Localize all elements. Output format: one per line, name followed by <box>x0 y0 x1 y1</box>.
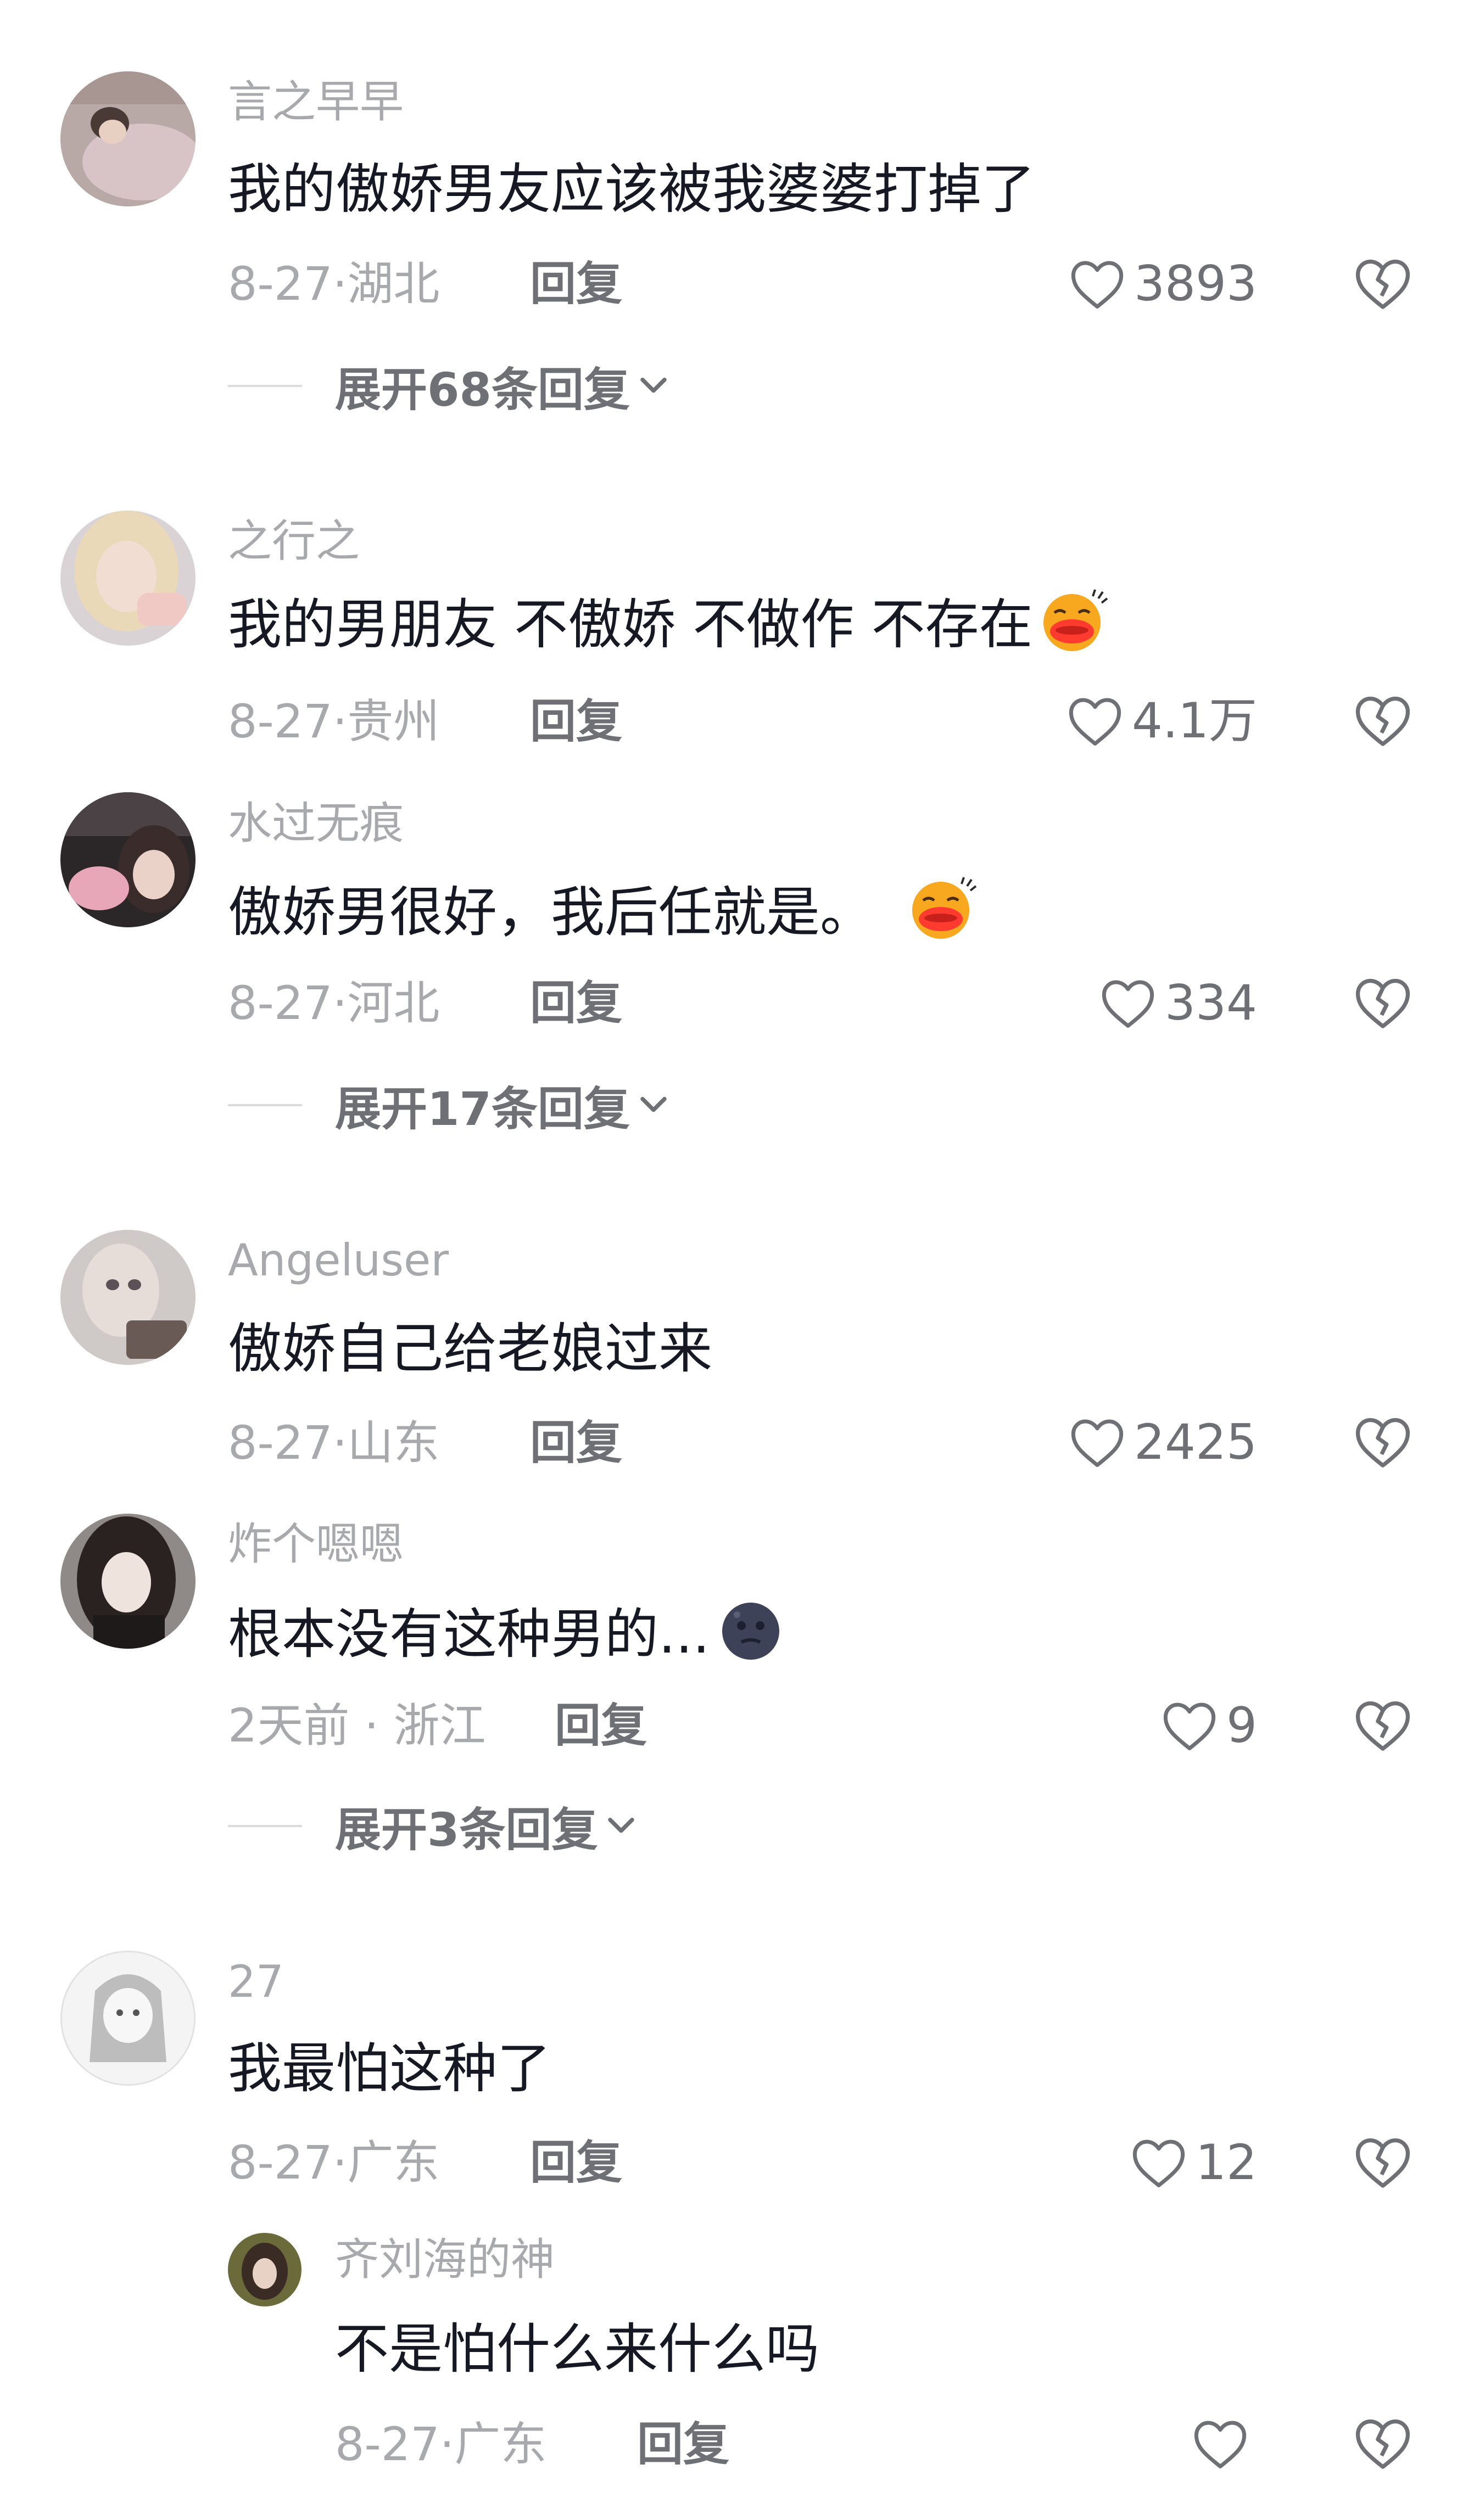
user-avatar[interactable] <box>60 1230 196 1365</box>
comment-text[interactable]: 根本没有这种男的... <box>228 1603 786 1666</box>
heart-outline-icon <box>1163 1703 1216 1750</box>
heart-outline-icon <box>1071 1419 1124 1467</box>
comment-text[interactable]: 我的男朋友 不傲娇 不做作 不存在 <box>228 589 1109 656</box>
blushing-lips-emoji <box>912 877 977 939</box>
comment-username[interactable]: 言之早早 <box>228 80 404 124</box>
heart-outline-icon <box>1132 2140 1185 2187</box>
comment-text-body: 傲娇自己给老娘过来 <box>228 1318 713 1380</box>
comment-list: 言之早早 我的傲娇男友应该被我婆婆打掉了 8-27·湖北 回复 3893 展开6… <box>0 0 1474 2520</box>
comment-text-body: 我的男朋友 不傲娇 不做作 不存在 <box>228 593 1033 656</box>
comment-username[interactable]: 水过无痕 <box>228 802 404 845</box>
comment-date-region: 2天前 · 浙江 <box>228 1699 486 1752</box>
user-avatar[interactable] <box>60 71 196 206</box>
user-avatar[interactable] <box>60 1514 196 1649</box>
divider-line <box>228 1104 302 1106</box>
like-count: 3893 <box>1134 255 1257 312</box>
chevron-down-icon <box>640 1096 667 1112</box>
broken-heart-icon[interactable] <box>1352 975 1414 1030</box>
heart-outline-icon <box>1194 2421 1247 2468</box>
reply-button[interactable]: 回复 <box>530 261 622 307</box>
like-count: 334 <box>1165 975 1257 1031</box>
expand-replies-label: 展开17条回复 <box>335 1082 630 1136</box>
comment-date-region: 8-27·广东 <box>335 2417 547 2471</box>
broken-heart-icon[interactable] <box>1352 693 1414 748</box>
like-count: 2425 <box>1134 1414 1257 1470</box>
comment-date-region: 8-27·贵州 <box>228 695 440 748</box>
comment-username[interactable]: 之行之 <box>228 519 360 563</box>
like-button[interactable]: 9 <box>1160 1695 1257 1756</box>
like-count: 12 <box>1196 2134 1257 2191</box>
expand-replies-label: 展开68条回复 <box>335 362 630 417</box>
comment-text[interactable]: 傲娇男很好，我后任就是。 <box>228 877 978 944</box>
user-avatar[interactable] <box>60 792 196 927</box>
broken-heart-icon[interactable] <box>1352 2135 1414 2189</box>
broken-heart-icon[interactable] <box>1352 2416 1414 2471</box>
broken-heart-icon[interactable] <box>1352 1414 1414 1469</box>
expand-replies[interactable]: 展开68条回复 <box>228 359 669 417</box>
comment-date-region: 8-27·河北 <box>228 976 440 1030</box>
chevron-down-icon <box>640 377 667 393</box>
reply-button[interactable]: 回复 <box>530 698 622 744</box>
comment-username[interactable]: Angeluser <box>228 1239 449 1283</box>
divider-line <box>228 1825 302 1827</box>
reply-button[interactable]: 回复 <box>555 1703 647 1749</box>
blushing-lips-emoji <box>1043 589 1108 651</box>
like-button[interactable]: 12 <box>1130 2132 1257 2193</box>
comment-text-body: 根本没有这种男的... <box>228 1603 710 1666</box>
comment-date-region: 8-27·湖北 <box>228 257 440 311</box>
comment-username[interactable]: 27 <box>228 1960 284 2004</box>
divider-line <box>228 385 302 387</box>
comment-text-body: 傲娇男很好，我后任就是。 <box>228 881 874 944</box>
user-avatar[interactable] <box>60 511 196 646</box>
reply-button[interactable]: 回复 <box>530 2140 622 2186</box>
expand-replies-label: 展开3条回复 <box>335 1802 598 1857</box>
heart-outline-icon <box>1069 698 1121 746</box>
comment-date-region: 8-27·广东 <box>228 2136 440 2189</box>
comment-date-region: 8-27·山东 <box>228 1416 440 1470</box>
comment-text-body: 我的傲娇男友应该被我婆婆打掉了 <box>228 158 1036 221</box>
comment-text[interactable]: 傲娇自己给老娘过来 <box>228 1322 712 1376</box>
comment-text[interactable]: 我最怕这种了 <box>228 2042 551 2096</box>
dark-moon-face-emoji <box>722 1603 780 1660</box>
comment-text-body: 不是怕什么来什么吗 <box>335 2318 820 2381</box>
like-count: 9 <box>1226 1697 1257 1754</box>
broken-heart-icon[interactable] <box>1352 256 1414 311</box>
comment-text[interactable]: 我的傲娇男友应该被我婆婆打掉了 <box>228 163 1035 216</box>
heart-outline-icon <box>1071 261 1124 309</box>
expand-replies[interactable]: 展开17条回复 <box>228 1078 669 1136</box>
like-button[interactable]: 2425 <box>1068 1412 1257 1472</box>
heart-outline-icon <box>1102 980 1154 1028</box>
like-button[interactable]: 4.1万 <box>1066 691 1257 751</box>
comment-username[interactable]: 齐刘海的神 <box>335 2238 555 2282</box>
expand-replies[interactable]: 展开3条回复 <box>228 1799 637 1857</box>
comment-username[interactable]: 炸个嗯嗯 <box>228 1522 404 1566</box>
comment-text[interactable]: 不是怕什么来什么吗 <box>335 2322 819 2376</box>
user-avatar[interactable] <box>60 1951 196 2086</box>
chevron-down-icon <box>608 1817 635 1833</box>
like-button[interactable]: 334 <box>1099 973 1257 1033</box>
reply-button[interactable]: 回复 <box>637 2421 729 2467</box>
comment-text-body: 我最怕这种了 <box>228 2037 551 2100</box>
reply-button[interactable]: 回复 <box>530 1420 622 1466</box>
reply-button[interactable]: 回复 <box>530 980 622 1026</box>
like-button[interactable]: 3893 <box>1068 254 1257 314</box>
user-avatar[interactable] <box>228 2233 302 2306</box>
broken-heart-icon[interactable] <box>1352 1698 1414 1752</box>
like-count: 4.1万 <box>1132 692 1257 749</box>
like-button[interactable] <box>1191 2413 1257 2474</box>
